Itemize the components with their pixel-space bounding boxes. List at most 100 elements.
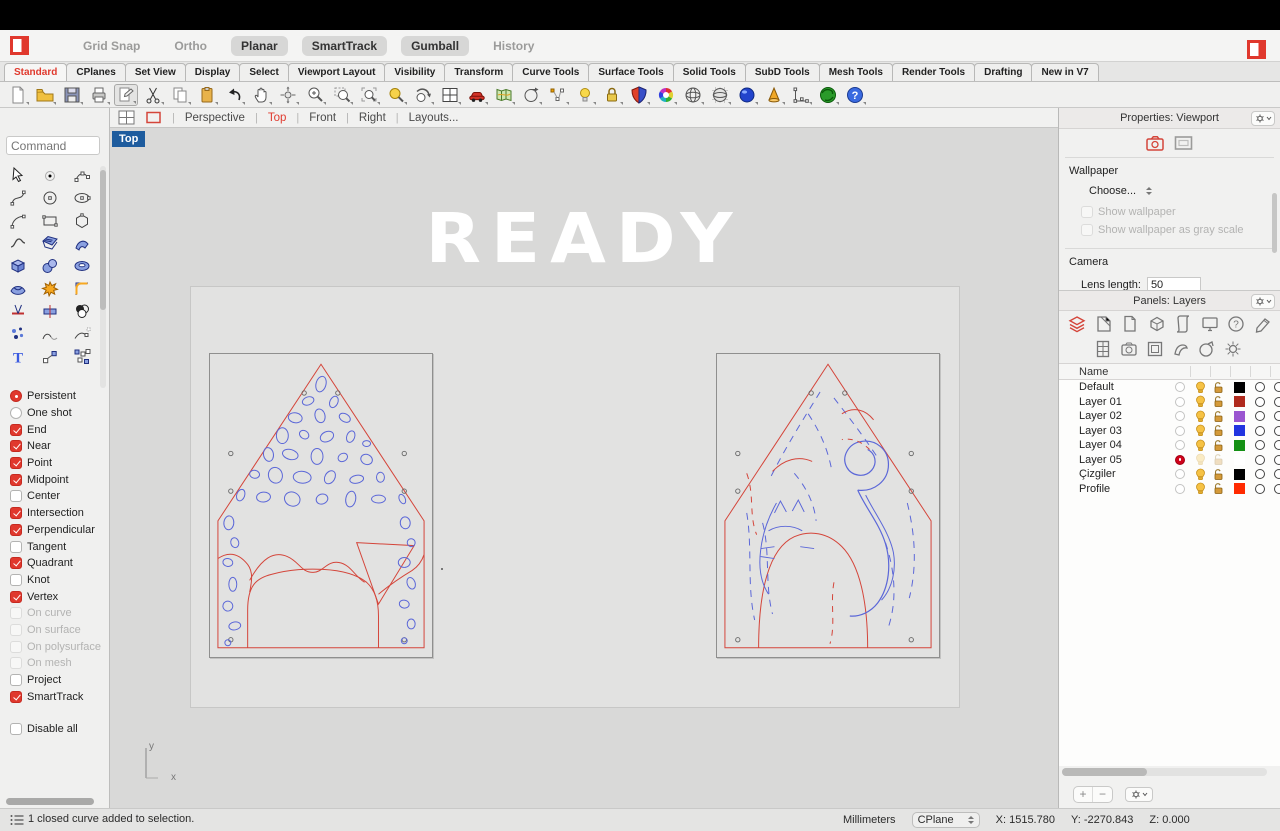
tab-cplanes[interactable]: CPlanes: [66, 63, 125, 81]
layer-material-circle[interactable]: [1255, 382, 1265, 392]
viewport-properties-icon[interactable]: [1145, 134, 1166, 152]
properties-gear-button[interactable]: [1251, 111, 1275, 126]
undo-icon[interactable]: [222, 84, 246, 106]
box-tool-icon[interactable]: [8, 256, 28, 276]
material-page-icon[interactable]: [1094, 314, 1114, 334]
layer-visibility-bulb-icon[interactable]: [1194, 381, 1207, 394]
save-icon[interactable]: [60, 84, 84, 106]
pan-icon[interactable]: [249, 84, 273, 106]
toggle-history[interactable]: History: [483, 36, 544, 56]
notes-icon[interactable]: [1173, 314, 1193, 334]
show-wallpaper-checkbox[interactable]: Show wallpaper: [1081, 204, 1176, 221]
tab-render-tools[interactable]: Render Tools: [892, 63, 975, 81]
tab-drafting[interactable]: Drafting: [974, 63, 1032, 81]
layer-material-circle[interactable]: [1255, 426, 1265, 436]
layer-row-profile[interactable]: Profile: [1059, 482, 1280, 497]
top-viewport-canvas[interactable]: Top READY y x: [110, 128, 1058, 808]
spheres-tool-icon[interactable]: [40, 256, 60, 276]
toggle-ortho[interactable]: Ortho: [164, 36, 217, 56]
sidebar-scrollbar[interactable]: [100, 166, 106, 388]
layer-row-layer-03[interactable]: Layer 03: [1059, 424, 1280, 439]
birdhouse-swirl-drawing[interactable]: [717, 354, 939, 657]
units-label[interactable]: Millimeters: [843, 814, 896, 826]
extend-curve-icon[interactable]: [72, 324, 92, 344]
zoom-dynamic-icon[interactable]: [303, 84, 327, 106]
current-layer-radio[interactable]: [1175, 411, 1185, 421]
viewport-name-badge[interactable]: Top: [112, 131, 145, 147]
curve-blend-icon[interactable]: [8, 233, 28, 253]
layer-linetype-circle[interactable]: [1274, 469, 1280, 479]
text-tool-icon[interactable]: T: [8, 347, 28, 367]
points-chain-icon[interactable]: [546, 84, 570, 106]
viewport-tab-layouts[interactable]: Layouts...: [409, 112, 459, 124]
layer-visibility-bulb-icon[interactable]: [1194, 410, 1207, 423]
osnap-center[interactable]: Center: [10, 488, 108, 505]
rhino-corner-icon[interactable]: [1247, 40, 1266, 59]
osnap-end[interactable]: End: [10, 421, 108, 438]
birdhouse-voronoi-drawing[interactable]: [210, 354, 432, 657]
current-layer-radio[interactable]: [1175, 455, 1185, 465]
boolean-icon[interactable]: [72, 301, 92, 321]
file-icon[interactable]: [1120, 314, 1140, 334]
layer-lock-icon[interactable]: [1212, 482, 1225, 495]
layer-row-layer-05[interactable]: Layer 05: [1059, 453, 1280, 468]
toggle-planar[interactable]: Planar: [231, 36, 288, 56]
open-file-icon[interactable]: [33, 84, 57, 106]
zoom-extents-icon[interactable]: [357, 84, 381, 106]
rendered-sphere-icon[interactable]: [735, 84, 759, 106]
layer-visibility-bulb-icon[interactable]: [1194, 424, 1207, 437]
rectangle-tool-icon[interactable]: [40, 211, 60, 231]
layer-color-swatch[interactable]: [1234, 454, 1245, 465]
layer-lock-icon[interactable]: [1212, 424, 1225, 437]
color-wheel-icon[interactable]: [654, 84, 678, 106]
zoom-window-icon[interactable]: [330, 84, 354, 106]
layer-material-circle[interactable]: [1255, 411, 1265, 421]
toggle-gumball[interactable]: Gumball: [401, 36, 469, 56]
circle-tool-icon[interactable]: [40, 188, 60, 208]
print-icon[interactable]: [87, 84, 111, 106]
layer-color-swatch[interactable]: [1234, 425, 1245, 436]
layer-material-circle[interactable]: [1255, 469, 1265, 479]
layer-color-swatch[interactable]: [1234, 469, 1245, 480]
point-cloud-icon[interactable]: [8, 324, 28, 344]
layer-linetype-circle[interactable]: [1274, 426, 1280, 436]
rhino-logo-icon[interactable]: [10, 36, 29, 55]
viewport-tab-right[interactable]: Right: [359, 112, 386, 124]
wallpaper-choose-dropdown[interactable]: Choose...: [1089, 184, 1152, 198]
layer-color-swatch[interactable]: [1234, 396, 1245, 407]
osnap-vertex[interactable]: Vertex: [10, 588, 108, 605]
libraries-icon[interactable]: [1253, 314, 1273, 334]
osnap-intersection[interactable]: Intersection: [10, 505, 108, 522]
ellipse-tool-icon[interactable]: [72, 188, 92, 208]
layer-lock-icon[interactable]: [1212, 410, 1225, 423]
tab-standard[interactable]: Standard: [4, 63, 67, 81]
layer-row-layer-02[interactable]: Layer 02: [1059, 409, 1280, 424]
osnap-project[interactable]: Project: [10, 672, 108, 689]
layer-lock-icon[interactable]: [1212, 468, 1225, 481]
toggle-grid-snap[interactable]: Grid Snap: [73, 36, 150, 56]
add-layer-button[interactable]: +: [1074, 787, 1093, 802]
layer-color-swatch[interactable]: [1234, 411, 1245, 422]
layer-lock-icon[interactable]: [1212, 395, 1225, 408]
cplane-rotate-icon[interactable]: [519, 84, 543, 106]
layer-color-swatch[interactable]: [1234, 382, 1245, 393]
tab-set-view[interactable]: Set View: [125, 63, 186, 81]
layer-material-circle[interactable]: [1255, 397, 1265, 407]
lock-icon[interactable]: [600, 84, 624, 106]
tab-curve-tools[interactable]: Curve Tools: [512, 63, 589, 81]
layer-visibility-bulb-icon[interactable]: [1194, 439, 1207, 452]
osnap-disable-all[interactable]: Disable all: [10, 721, 108, 738]
car-icon[interactable]: [465, 84, 489, 106]
named-view-icon[interactable]: [1119, 339, 1139, 359]
current-layer-radio[interactable]: [1175, 484, 1185, 494]
layer-row-default[interactable]: Default: [1059, 380, 1280, 395]
viewport-layout-icon[interactable]: [118, 110, 135, 125]
osnap-near[interactable]: Near: [10, 438, 108, 455]
history-list-icon[interactable]: [10, 814, 24, 826]
map-icon[interactable]: [492, 84, 516, 106]
undo-view-icon[interactable]: [411, 84, 435, 106]
osnap-midpoint[interactable]: Midpoint: [10, 471, 108, 488]
layers-icon[interactable]: [1067, 314, 1087, 334]
move-tool-icon[interactable]: [40, 347, 60, 367]
osnap-tangent[interactable]: Tangent: [10, 538, 108, 555]
